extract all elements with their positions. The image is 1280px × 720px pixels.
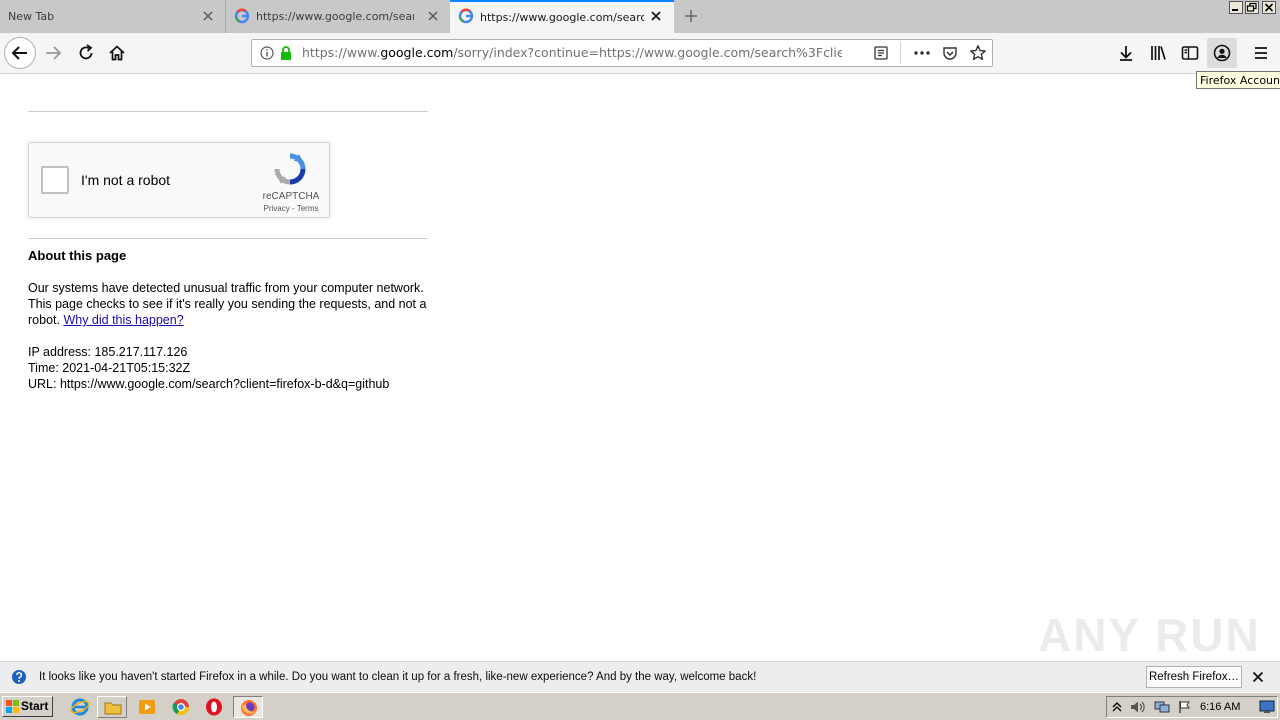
sidebar-icon[interactable]: [1180, 43, 1200, 63]
taskbar-clock[interactable]: 6:16 AM: [1200, 696, 1240, 718]
about-heading: About this page: [28, 248, 127, 263]
url-prefix: https://www.: [302, 45, 381, 60]
notification-text: It looks like you haven't started Firefo…: [39, 671, 757, 683]
google-favicon-icon: [458, 8, 474, 24]
tab-title: New Tab: [8, 10, 55, 23]
bookmark-star-icon[interactable]: [969, 44, 987, 62]
back-button[interactable]: [4, 37, 36, 69]
start-button[interactable]: Start: [2, 696, 53, 717]
recaptcha-checkbox[interactable]: [41, 166, 69, 194]
reader-view-icon[interactable]: [873, 45, 889, 61]
tab-google-search-1[interactable]: https://www.google.com/search?c: [225, 0, 449, 33]
internet-explorer-icon[interactable]: [70, 697, 90, 717]
tab-strip: New Tab https://www.google.com/search?c …: [0, 0, 1280, 33]
close-window-icon[interactable]: [1262, 1, 1276, 14]
network-icon[interactable]: [1153, 699, 1171, 715]
time-line: Time: 2021-04-21T05:15:32Z: [28, 361, 191, 375]
account-tooltip: Firefox Account: [1196, 71, 1280, 89]
show-desktop-icon[interactable]: [1259, 700, 1275, 714]
windows-taskbar: Start 6:16 AM: [0, 692, 1280, 720]
firefox-account-button[interactable]: [1207, 38, 1237, 68]
account-icon: [1212, 43, 1232, 63]
firefox-icon: [239, 698, 259, 718]
recaptcha-privacy-terms-links[interactable]: Privacy - Terms: [251, 204, 331, 213]
taskbar-firefox-slot[interactable]: [233, 696, 263, 718]
home-icon[interactable]: [107, 43, 127, 63]
system-tray: [1106, 696, 1278, 718]
question-icon: [11, 669, 27, 685]
downloads-icon[interactable]: [1116, 43, 1136, 63]
close-notification-icon[interactable]: [1251, 670, 1265, 684]
media-player-icon[interactable]: [137, 697, 157, 717]
forward-icon[interactable]: [43, 43, 63, 63]
tab-google-search-active[interactable]: https://www.google.com/search?c: [450, 0, 674, 33]
url-domain: google.com: [380, 45, 454, 60]
restore-window-icon[interactable]: [1245, 1, 1259, 14]
about-description: Our systems have detected unusual traffi…: [28, 280, 428, 328]
library-icon[interactable]: [1148, 43, 1168, 63]
google-favicon-icon: [234, 8, 250, 24]
refresh-firefox-button[interactable]: Refresh Firefox…: [1146, 666, 1242, 688]
info-icon[interactable]: [260, 46, 274, 60]
chrome-icon[interactable]: [171, 697, 191, 717]
ip-address-line: IP address: 185.217.117.126: [28, 345, 188, 359]
close-tab-icon[interactable]: [200, 8, 216, 24]
url-bar[interactable]: https://www.google.com/sorry/index?conti…: [251, 39, 993, 67]
notification-bar: It looks like you haven't started Firefo…: [0, 661, 1280, 692]
url-line: URL: https://www.google.com/search?clien…: [28, 377, 390, 391]
url-bar-divider: [900, 42, 901, 64]
why-did-this-happen-link[interactable]: Why did this happen?: [63, 313, 183, 327]
recaptcha-label: I'm not a robot: [81, 172, 171, 188]
tab-title: https://www.google.com/search?c: [480, 11, 644, 24]
pocket-icon[interactable]: [942, 45, 958, 61]
minimize-window-icon[interactable]: [1229, 1, 1243, 14]
recaptcha-widget: I'm not a robot reCAPTCHA Privacy - Term…: [28, 142, 330, 218]
volume-icon[interactable]: [1129, 699, 1147, 715]
close-tab-icon[interactable]: [648, 8, 664, 24]
recaptcha-brand: reCAPTCHA: [262, 191, 320, 202]
tab-new-tab[interactable]: New Tab: [0, 0, 224, 33]
tab-title: https://www.google.com/search?c: [256, 10, 414, 23]
start-label: Start: [21, 699, 49, 713]
recaptcha-logo-icon: [273, 152, 307, 186]
navigation-toolbar: https://www.google.com/sorry/index?conti…: [0, 33, 1280, 74]
new-tab-icon[interactable]: [683, 8, 699, 24]
reload-icon[interactable]: [76, 43, 96, 63]
lock-icon[interactable]: [279, 45, 293, 61]
url-text[interactable]: https://www.google.com/sorry/index?conti…: [302, 40, 842, 66]
file-explorer-icon: [103, 698, 123, 718]
divider-bottom: [28, 238, 428, 239]
opera-icon[interactable]: [204, 697, 224, 717]
divider-top: [28, 111, 428, 112]
taskbar-explorer-slot[interactable]: [97, 696, 127, 718]
page-actions-icon[interactable]: [913, 45, 931, 61]
anyrun-watermark: ANY RUN: [1038, 609, 1261, 661]
close-tab-icon[interactable]: [425, 8, 441, 24]
show-hidden-icons-icon[interactable]: [1111, 700, 1123, 714]
hamburger-menu-icon[interactable]: [1251, 43, 1271, 63]
action-center-flag-icon[interactable]: [1177, 699, 1193, 715]
url-path: /sorry/index?continue=https://www.google…: [453, 45, 842, 60]
windows-logo-icon: [6, 700, 20, 714]
